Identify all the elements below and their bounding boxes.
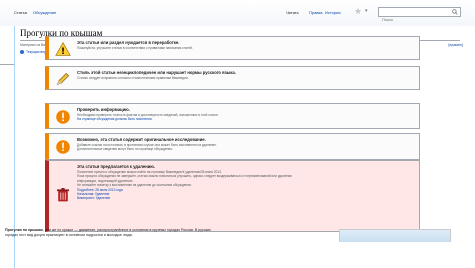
- notice-cleanup: ! Эта статья или раздел нуждается в пере…: [45, 36, 420, 60]
- notice-text: Статью следует исправить согласно стилис…: [77, 76, 189, 80]
- lead-line-2: городах этот вид досуга практикуют в осн…: [5, 233, 133, 237]
- revision-status-icon: [20, 50, 24, 55]
- tab-history[interactable]: История: [325, 10, 341, 15]
- tab-read[interactable]: Читать: [286, 10, 299, 15]
- svg-text:!: !: [61, 47, 65, 57]
- search-input[interactable]: [379, 15, 452, 24]
- search-icon[interactable]: [452, 9, 458, 15]
- pencil-icon: [56, 72, 70, 86]
- notice-style: Стиль этой статьи неэнциклопедичен или н…: [45, 66, 420, 90]
- watch-star-icon[interactable]: [354, 7, 362, 15]
- notice-deletion: Эта статья предлагается к удалению. Пояс…: [45, 160, 420, 232]
- notice-text[interactable]: На странице обсуждения должны быть поясн…: [77, 117, 414, 121]
- exclamation-circle-icon: [56, 110, 70, 124]
- edit-section-link[interactable]: [править]: [448, 43, 463, 47]
- tab-edit[interactable]: Правка: [309, 10, 323, 15]
- notice-text: Пожалуйста, улучшите статью в соответств…: [77, 46, 193, 50]
- trash-can-icon: [57, 188, 69, 202]
- notice-verify: Проверить информацию. Необходимо провери…: [45, 103, 420, 129]
- notice-text[interactable]: Википроект: Удаление: [77, 196, 414, 200]
- exclamation-circle-icon: [56, 140, 70, 154]
- notice-original-research: Возможно, эта статья содержит оригинальн…: [45, 133, 420, 160]
- warning-triangle-icon: !: [55, 41, 71, 57]
- chevron-down-icon[interactable]: ▾: [365, 9, 368, 14]
- tab-talk[interactable]: Обсуждение: [33, 10, 56, 15]
- tab-article[interactable]: Статья: [14, 10, 27, 15]
- search-box: [378, 7, 461, 24]
- sidebar-divider: [0, 64, 14, 65]
- lead-paragraph: Прогулки по крышам, или же по крыше — дв…: [5, 228, 335, 238]
- top-tabs-bar: Статья Обсуждение Читать Правка История …: [0, 0, 475, 26]
- lead-text: , или же по крыше — движение, распростра…: [42, 228, 211, 232]
- notice-text: Дополнительные сведения могут быть на ст…: [77, 147, 173, 152]
- lead-term: Прогулки по крышам: [5, 228, 43, 232]
- infobox-image[interactable]: [339, 229, 451, 242]
